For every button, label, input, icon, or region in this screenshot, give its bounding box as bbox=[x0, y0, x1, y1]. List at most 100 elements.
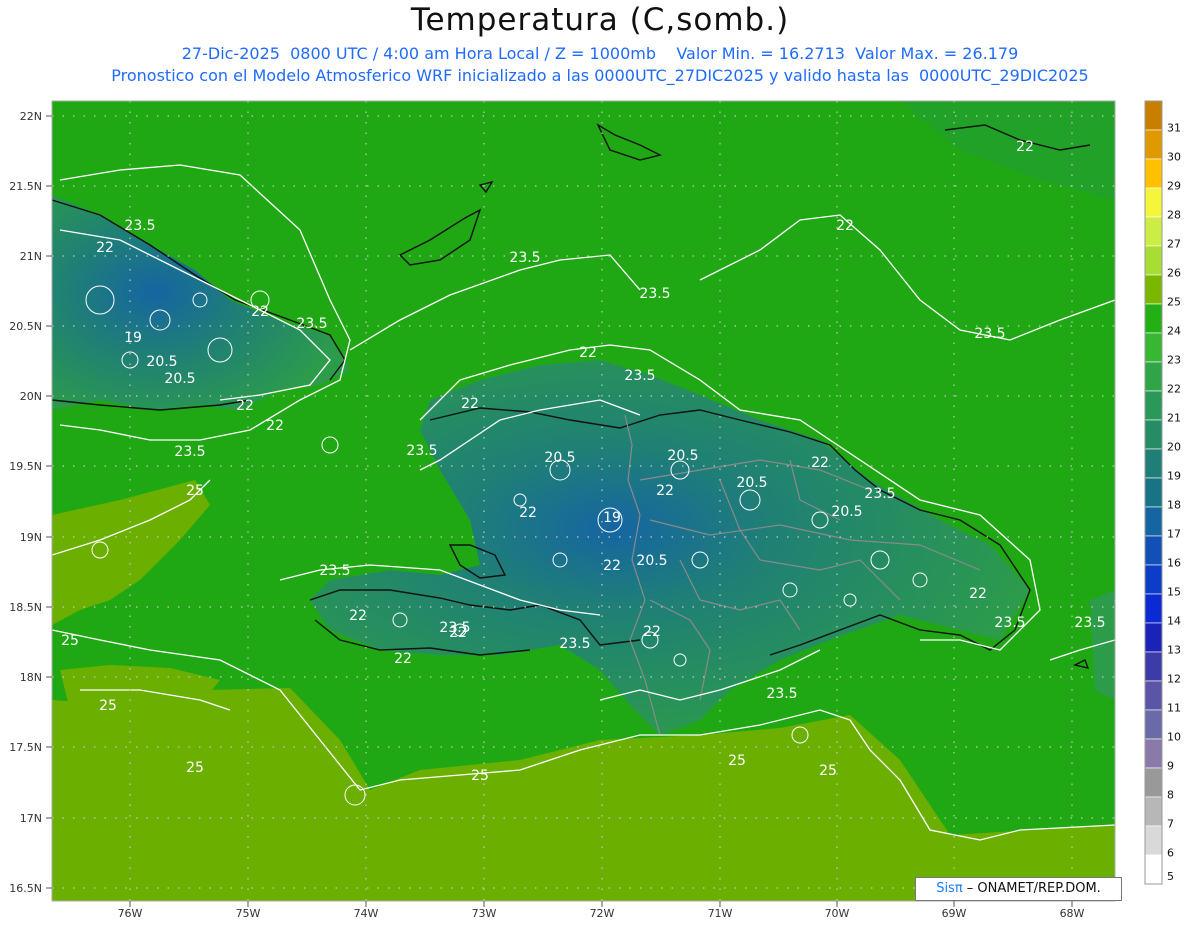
contour-label: 25 bbox=[186, 483, 204, 499]
contour-label: 22 bbox=[643, 624, 661, 640]
lon-label: 74W bbox=[354, 907, 379, 920]
colorbar-label: 15 bbox=[1167, 586, 1181, 599]
contour-label: 22 bbox=[461, 396, 479, 412]
lat-label: 21.5N bbox=[9, 180, 42, 193]
lat-label: 18N bbox=[20, 671, 42, 684]
colorbar-label: 12 bbox=[1167, 673, 1181, 686]
colorbar-label: 14 bbox=[1167, 615, 1181, 628]
colorbar-label: 9 bbox=[1167, 760, 1174, 773]
colorbar-swatch bbox=[1144, 738, 1163, 769]
contour-label: 22 bbox=[1016, 139, 1034, 155]
lon-label: 68W bbox=[1060, 907, 1085, 920]
contour-label: 23.5 bbox=[296, 316, 327, 332]
lon-label: 73W bbox=[472, 907, 497, 920]
colorbar-swatch bbox=[1144, 564, 1163, 595]
lat-label: 20N bbox=[20, 390, 42, 403]
colorbar-label: 8 bbox=[1167, 789, 1174, 802]
contour-label: 22 bbox=[394, 651, 412, 667]
colorbar-label: 5 bbox=[1167, 870, 1174, 883]
contour-label: 22 bbox=[236, 398, 254, 414]
colorbar-label: 16 bbox=[1167, 557, 1181, 570]
contour-label: 20.5 bbox=[736, 475, 767, 491]
lon-label: 72W bbox=[590, 907, 615, 920]
lon-label: 69W bbox=[942, 907, 967, 920]
colorbar-swatch bbox=[1144, 332, 1163, 363]
contour-label: 23.5 bbox=[766, 686, 797, 702]
colorbar-swatch bbox=[1144, 129, 1163, 160]
colorbar-swatch bbox=[1144, 477, 1163, 508]
colorbar-label: 23 bbox=[1167, 354, 1181, 367]
colorbar-label: 6 bbox=[1167, 847, 1174, 860]
lat-label: 19N bbox=[20, 531, 42, 544]
longitude-axis: 76W 75W 74W 73W 72W 71W 70W 69W 68W bbox=[118, 901, 1085, 920]
contour-label: 20.5 bbox=[544, 450, 575, 466]
colorbar-label: 18 bbox=[1167, 499, 1181, 512]
lat-label: 22N bbox=[20, 110, 42, 123]
colorbar-label: 19 bbox=[1167, 470, 1181, 483]
lat-label: 21N bbox=[20, 250, 42, 263]
colorbar-label: 21 bbox=[1167, 412, 1181, 425]
lon-label: 76W bbox=[118, 907, 143, 920]
colorbar-swatch bbox=[1144, 825, 1163, 856]
colorbar-swatch bbox=[1144, 419, 1163, 450]
colorbar-label: 20 bbox=[1167, 441, 1181, 454]
contour-label: 20.5 bbox=[146, 354, 177, 370]
contour-label: 23.5 bbox=[406, 443, 437, 459]
contour-label: 23.5 bbox=[319, 563, 350, 579]
colorbar-label: 10 bbox=[1167, 731, 1181, 744]
contour-label: 19 bbox=[124, 330, 142, 346]
contour-label: 23.5 bbox=[974, 326, 1005, 342]
colorbar-swatch bbox=[1144, 593, 1163, 624]
lat-label: 17.5N bbox=[9, 741, 42, 754]
color-bar: 31 30 29 28 27 26 25 24 23 22 21 20 19 18 17 16 15 14 13 12… bbox=[1144, 100, 1181, 885]
lat-label: 19.5N bbox=[9, 460, 42, 473]
colorbar-label: 17 bbox=[1167, 528, 1181, 541]
contour-label: 22 bbox=[836, 218, 854, 234]
contour-label: 25 bbox=[186, 760, 204, 776]
colorbar-label: 27 bbox=[1167, 238, 1181, 251]
colorbar-swatch bbox=[1144, 158, 1163, 189]
contour-label: 22 bbox=[349, 608, 367, 624]
contour-label: 22 bbox=[969, 586, 987, 602]
colorbar-swatch bbox=[1144, 767, 1163, 798]
colorbar-label: 13 bbox=[1167, 644, 1181, 657]
colorbar-swatch bbox=[1144, 535, 1163, 566]
contour-label: 25 bbox=[61, 633, 79, 649]
colorbar-swatch bbox=[1144, 854, 1163, 885]
contour-label: 23.5 bbox=[439, 620, 470, 636]
colorbar-swatch bbox=[1144, 303, 1163, 334]
lat-label: 17N bbox=[20, 812, 42, 825]
lat-label: 18.5N bbox=[9, 601, 42, 614]
lat-label: 16.5N bbox=[9, 882, 42, 895]
colorbar-label: 22 bbox=[1167, 383, 1181, 396]
colorbar-swatch bbox=[1144, 245, 1163, 276]
colorbar-label: 26 bbox=[1167, 267, 1181, 280]
credit-box: Sisπ – ONAMET/REP.DOM. bbox=[915, 877, 1122, 901]
contour-label: 20.5 bbox=[164, 371, 195, 387]
colorbar-label: 11 bbox=[1167, 702, 1181, 715]
colorbar-swatch bbox=[1144, 796, 1163, 827]
contour-label: 23.5 bbox=[124, 218, 155, 234]
contour-label: 22 bbox=[579, 345, 597, 361]
colorbar-swatch bbox=[1144, 216, 1163, 247]
colorbar-swatch bbox=[1144, 680, 1163, 711]
credit-org: – ONAMET/REP.DOM. bbox=[962, 881, 1101, 896]
colorbar-swatch bbox=[1144, 361, 1163, 392]
latitude-axis: 22N 21.5N 21N 20.5N 20N 19.5N 19N 18.5N 18N 17.5N… bbox=[9, 110, 52, 895]
contour-label: 23.5 bbox=[559, 636, 590, 652]
colorbar-swatch bbox=[1144, 506, 1163, 537]
contour-label: 25 bbox=[99, 698, 117, 714]
colorbar-label: 29 bbox=[1167, 180, 1181, 193]
colorbar-swatch bbox=[1144, 651, 1163, 682]
lat-label: 20.5N bbox=[9, 320, 42, 333]
colorbar-label: 31 bbox=[1167, 122, 1181, 135]
contour-label: 22 bbox=[811, 455, 829, 471]
colorbar-swatch bbox=[1144, 187, 1163, 218]
contour-label: 19 bbox=[603, 510, 621, 526]
colorbar-label: 30 bbox=[1167, 151, 1181, 164]
colorbar-label: 7 bbox=[1167, 818, 1174, 831]
colorbar-swatch bbox=[1144, 448, 1163, 479]
temperature-map: 23.52223.5221920.520.5222223.523.52223.5… bbox=[9, 100, 1181, 920]
contour-label: 22 bbox=[266, 418, 284, 434]
contour-label: 23.5 bbox=[994, 615, 1025, 631]
